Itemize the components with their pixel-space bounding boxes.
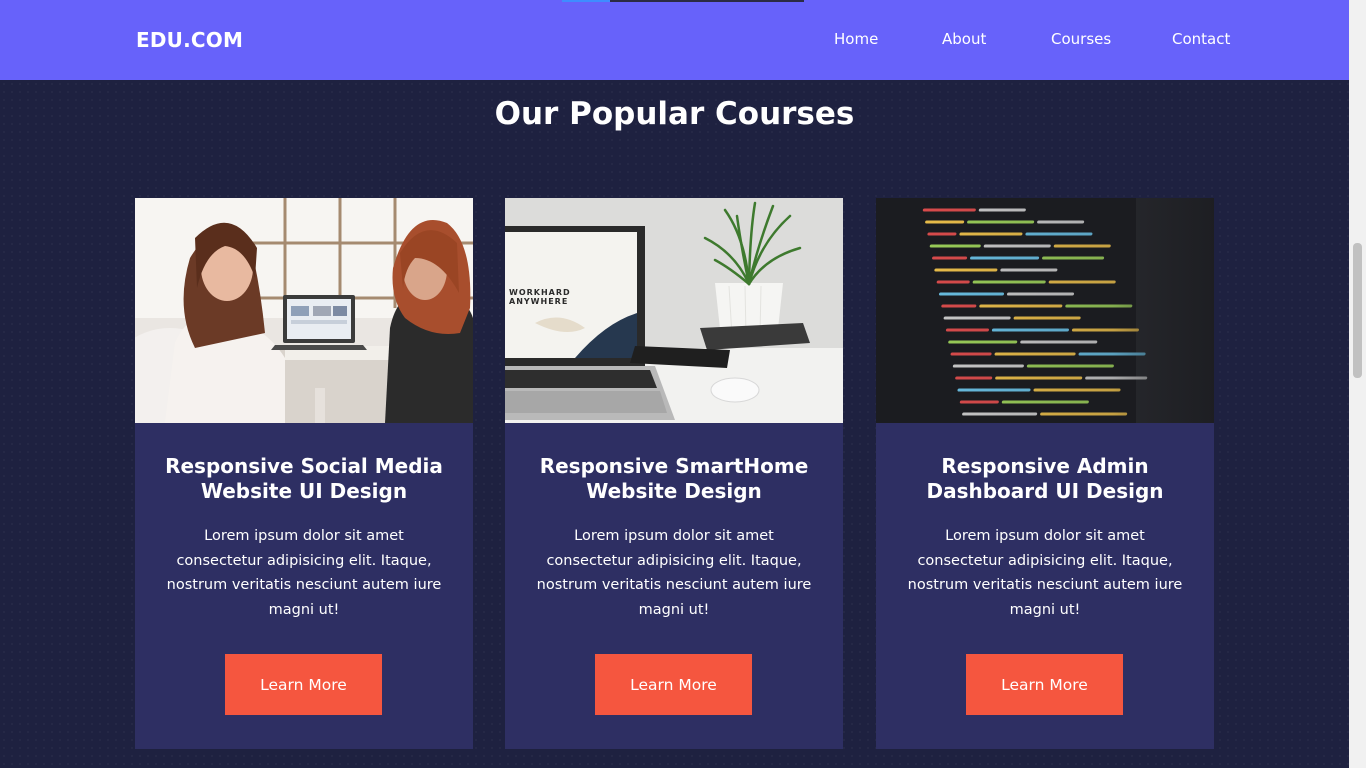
nav-link-contact[interactable]: Contact (1172, 30, 1230, 48)
course-image-women-laptop (135, 198, 473, 423)
course-description: Lorem ipsum dolor sit amet consectetur a… (166, 528, 442, 618)
nav-link-courses[interactable]: Courses (1051, 30, 1111, 48)
course-image-laptop-plant: WORKHARD ANYWHERE (505, 198, 843, 423)
scrollbar-track[interactable] (1349, 0, 1366, 768)
laptop-screen-text-2: ANYWHERE (509, 297, 568, 306)
course-title: Responsive Social Media Website UI Desig… (165, 454, 443, 503)
nav-link-about[interactable]: About (942, 30, 986, 48)
section-title: Our Popular Courses (494, 96, 855, 132)
course-title: Responsive SmartHome Website Design (539, 454, 809, 503)
page: EDU.COM Home About Courses Contact Our P… (0, 0, 1349, 768)
course-description: Lorem ipsum dolor sit amet consectetur a… (907, 528, 1183, 618)
course-image-code-screen (876, 198, 1214, 423)
navbar: EDU.COM Home About Courses Contact (0, 0, 1349, 80)
top-accent-line (562, 0, 804, 2)
course-description: Lorem ipsum dolor sit amet consectetur a… (536, 528, 812, 618)
learn-more-button[interactable]: Learn More (595, 654, 752, 715)
learn-more-button[interactable]: Learn More (966, 654, 1123, 715)
nav-link-home[interactable]: Home (834, 30, 878, 48)
laptop-screen-text-1: WORKHARD (509, 288, 571, 297)
course-card: Responsive Social Media Website UI Desig… (135, 198, 473, 749)
nav-links: Home About Courses Contact (0, 30, 1349, 50)
course-card: WORKHARD ANYWHERE Responsive SmartHome W… (505, 198, 843, 749)
top-accent-segment (562, 0, 610, 2)
course-card: Responsive Admin Dashboard UI Design Lor… (876, 198, 1214, 749)
scrollbar-thumb[interactable] (1353, 243, 1362, 378)
learn-more-button[interactable]: Learn More (225, 654, 382, 715)
course-title: Responsive Admin Dashboard UI Design (926, 454, 1164, 503)
